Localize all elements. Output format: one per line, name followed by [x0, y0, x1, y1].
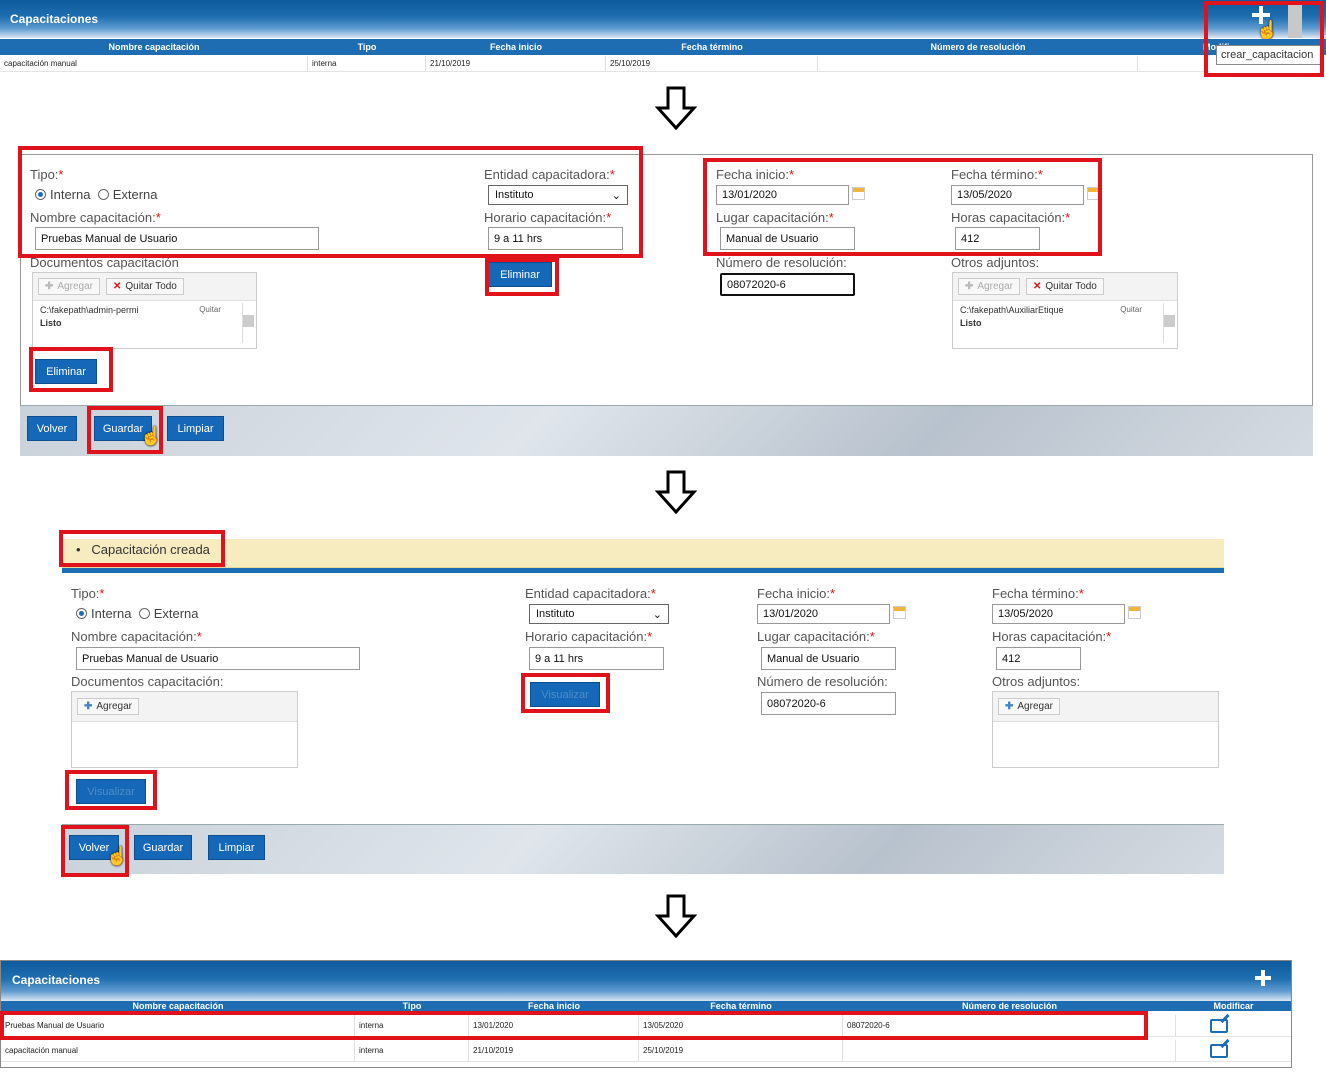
quitar-link[interactable]: Quitar	[1120, 305, 1142, 315]
highlight-box	[1204, 1, 1324, 77]
panel-title: Capacitaciones	[12, 973, 101, 987]
resolucion-label: Número de resolución:	[716, 255, 847, 270]
calendar-icon[interactable]	[893, 606, 906, 619]
scrollbar[interactable]	[1163, 303, 1175, 343]
quitar-todo-button[interactable]: ✕ Quitar Todo	[105, 278, 184, 295]
otros-upload-box: ✚ Agregar ✕ Quitar Todo C:\fakepath\Auxili…	[952, 272, 1178, 349]
highlight-box	[0, 1011, 1148, 1040]
resolucion-input[interactable]: 08072020-6	[761, 692, 896, 715]
tipo-label: Tipo:*	[71, 586, 105, 601]
table-header: Nombre capacitación Tipo Fecha inicio Fe…	[0, 39, 1326, 55]
plus-icon: ✚	[45, 281, 54, 292]
otros-upload-box: ✚ Agregar	[992, 691, 1219, 768]
table-row[interactable]: capacitación manual interna 21/10/2019 2…	[0, 56, 1210, 72]
capacitaciones-header: Capacitaciones	[0, 0, 1326, 38]
radio-externa[interactable]	[138, 608, 150, 619]
agregar-button[interactable]: ✚ Agregar	[998, 698, 1060, 715]
docs-label: Documentos capacitación:	[71, 674, 224, 689]
guardar-button[interactable]: Guardar	[134, 835, 192, 860]
edit-icon[interactable]	[1210, 1044, 1228, 1058]
highlight-box	[485, 258, 559, 296]
highlight-box	[521, 673, 610, 713]
horas-input[interactable]: 412	[996, 647, 1081, 670]
radio-interna[interactable]	[76, 608, 87, 619]
add-icon[interactable]	[1255, 970, 1271, 986]
edit-icon[interactable]	[1210, 1019, 1228, 1033]
col-tipo: Tipo	[357, 42, 377, 52]
horario-label: Horario capacitación:*	[525, 629, 653, 644]
table-row[interactable]: capacitación manual interna 21/10/2019 2…	[1, 1040, 1291, 1062]
col-inicio: Fecha inicio	[489, 42, 542, 52]
success-message-bar	[62, 539, 1224, 568]
horario-input[interactable]: 9 a 11 hrs	[529, 647, 664, 670]
highlight-box	[61, 825, 129, 877]
status-text: Listo	[960, 318, 982, 328]
divider	[62, 568, 1224, 573]
col-nombre: Nombre capacitación	[108, 42, 200, 52]
capacitaciones-header: Capacitaciones	[1, 961, 1291, 1001]
otros-label: Otros adjuntos:	[951, 255, 1040, 270]
entidad-label: Entidad capacitadora:*	[525, 586, 656, 601]
limpiar-button[interactable]: Limpiar	[208, 835, 265, 860]
highlight-box	[65, 770, 157, 810]
resolucion-input[interactable]: 08072020-6	[720, 273, 855, 296]
nombre-input[interactable]: Pruebas Manual de Usuario	[76, 647, 360, 670]
horas-label: Horas capacitación:*	[992, 629, 1112, 644]
resolucion-label: Número de resolución:	[757, 674, 888, 689]
chevron-down-icon: ⌄	[652, 608, 662, 621]
highlight-box	[18, 146, 643, 258]
plus-icon: ✚	[84, 701, 93, 712]
entidad-select[interactable]: Instituto ⌄	[529, 604, 669, 624]
agregar-button[interactable]: ✚ Agregar	[958, 278, 1020, 295]
plus-icon: ✚	[1005, 701, 1014, 712]
quitar-todo-button[interactable]: ✕ Quitar Todo	[1025, 278, 1104, 295]
limpiar-button[interactable]: Limpiar	[167, 416, 224, 441]
plus-icon: ✚	[965, 281, 974, 292]
scrollbar[interactable]	[242, 303, 254, 343]
col-termino: Fecha término	[681, 42, 743, 52]
docs-upload-box: ✚ Agregar	[71, 691, 298, 768]
file-name: C:\fakepath\AuxiliarEtique	[960, 305, 1064, 315]
volver-button[interactable]: Volver	[27, 416, 77, 441]
highlight-box	[59, 530, 225, 567]
docs-upload-box: ✚ Agregar ✕ Quitar Todo C:\fakepath\admin-…	[32, 272, 257, 349]
col-resolucion: Número de resolución	[930, 42, 1026, 52]
highlight-box	[29, 347, 113, 392]
highlight-box	[87, 406, 163, 454]
nombre-label: Nombre capacitación:*	[71, 629, 202, 644]
quitar-link[interactable]: Quitar	[199, 305, 221, 315]
down-arrow-icon	[655, 470, 697, 515]
agregar-button[interactable]: ✚ Agregar	[77, 698, 139, 715]
otros-label: Otros adjuntos:	[992, 674, 1081, 689]
calendar-icon[interactable]	[1128, 606, 1141, 619]
agregar-button[interactable]: ✚ Agregar	[38, 278, 100, 295]
highlight-box	[703, 158, 1102, 256]
down-arrow-icon	[655, 86, 697, 131]
panel-title: Capacitaciones	[10, 12, 99, 26]
close-icon: ✕	[1032, 281, 1042, 292]
close-icon: ✕	[112, 281, 122, 292]
file-name: C:\fakepath\admin-permi	[40, 305, 139, 315]
fecha-inicio-label: Fecha inicio:*	[757, 586, 836, 601]
lugar-input[interactable]: Manual de Usuario	[761, 647, 896, 670]
tipo-radio-group[interactable]: Interna Externa	[76, 606, 199, 621]
lugar-label: Lugar capacitación:*	[757, 629, 875, 644]
down-arrow-icon	[655, 894, 697, 939]
fecha-inicio-input[interactable]: 13/01/2020	[757, 604, 890, 624]
fecha-termino-input[interactable]: 13/05/2020	[992, 604, 1125, 624]
table-header: Nombre capacitación Tipo Fecha inicio Fe…	[1, 1001, 1291, 1011]
status-text: Listo	[40, 318, 62, 328]
fecha-termino-label: Fecha término:*	[992, 586, 1084, 601]
